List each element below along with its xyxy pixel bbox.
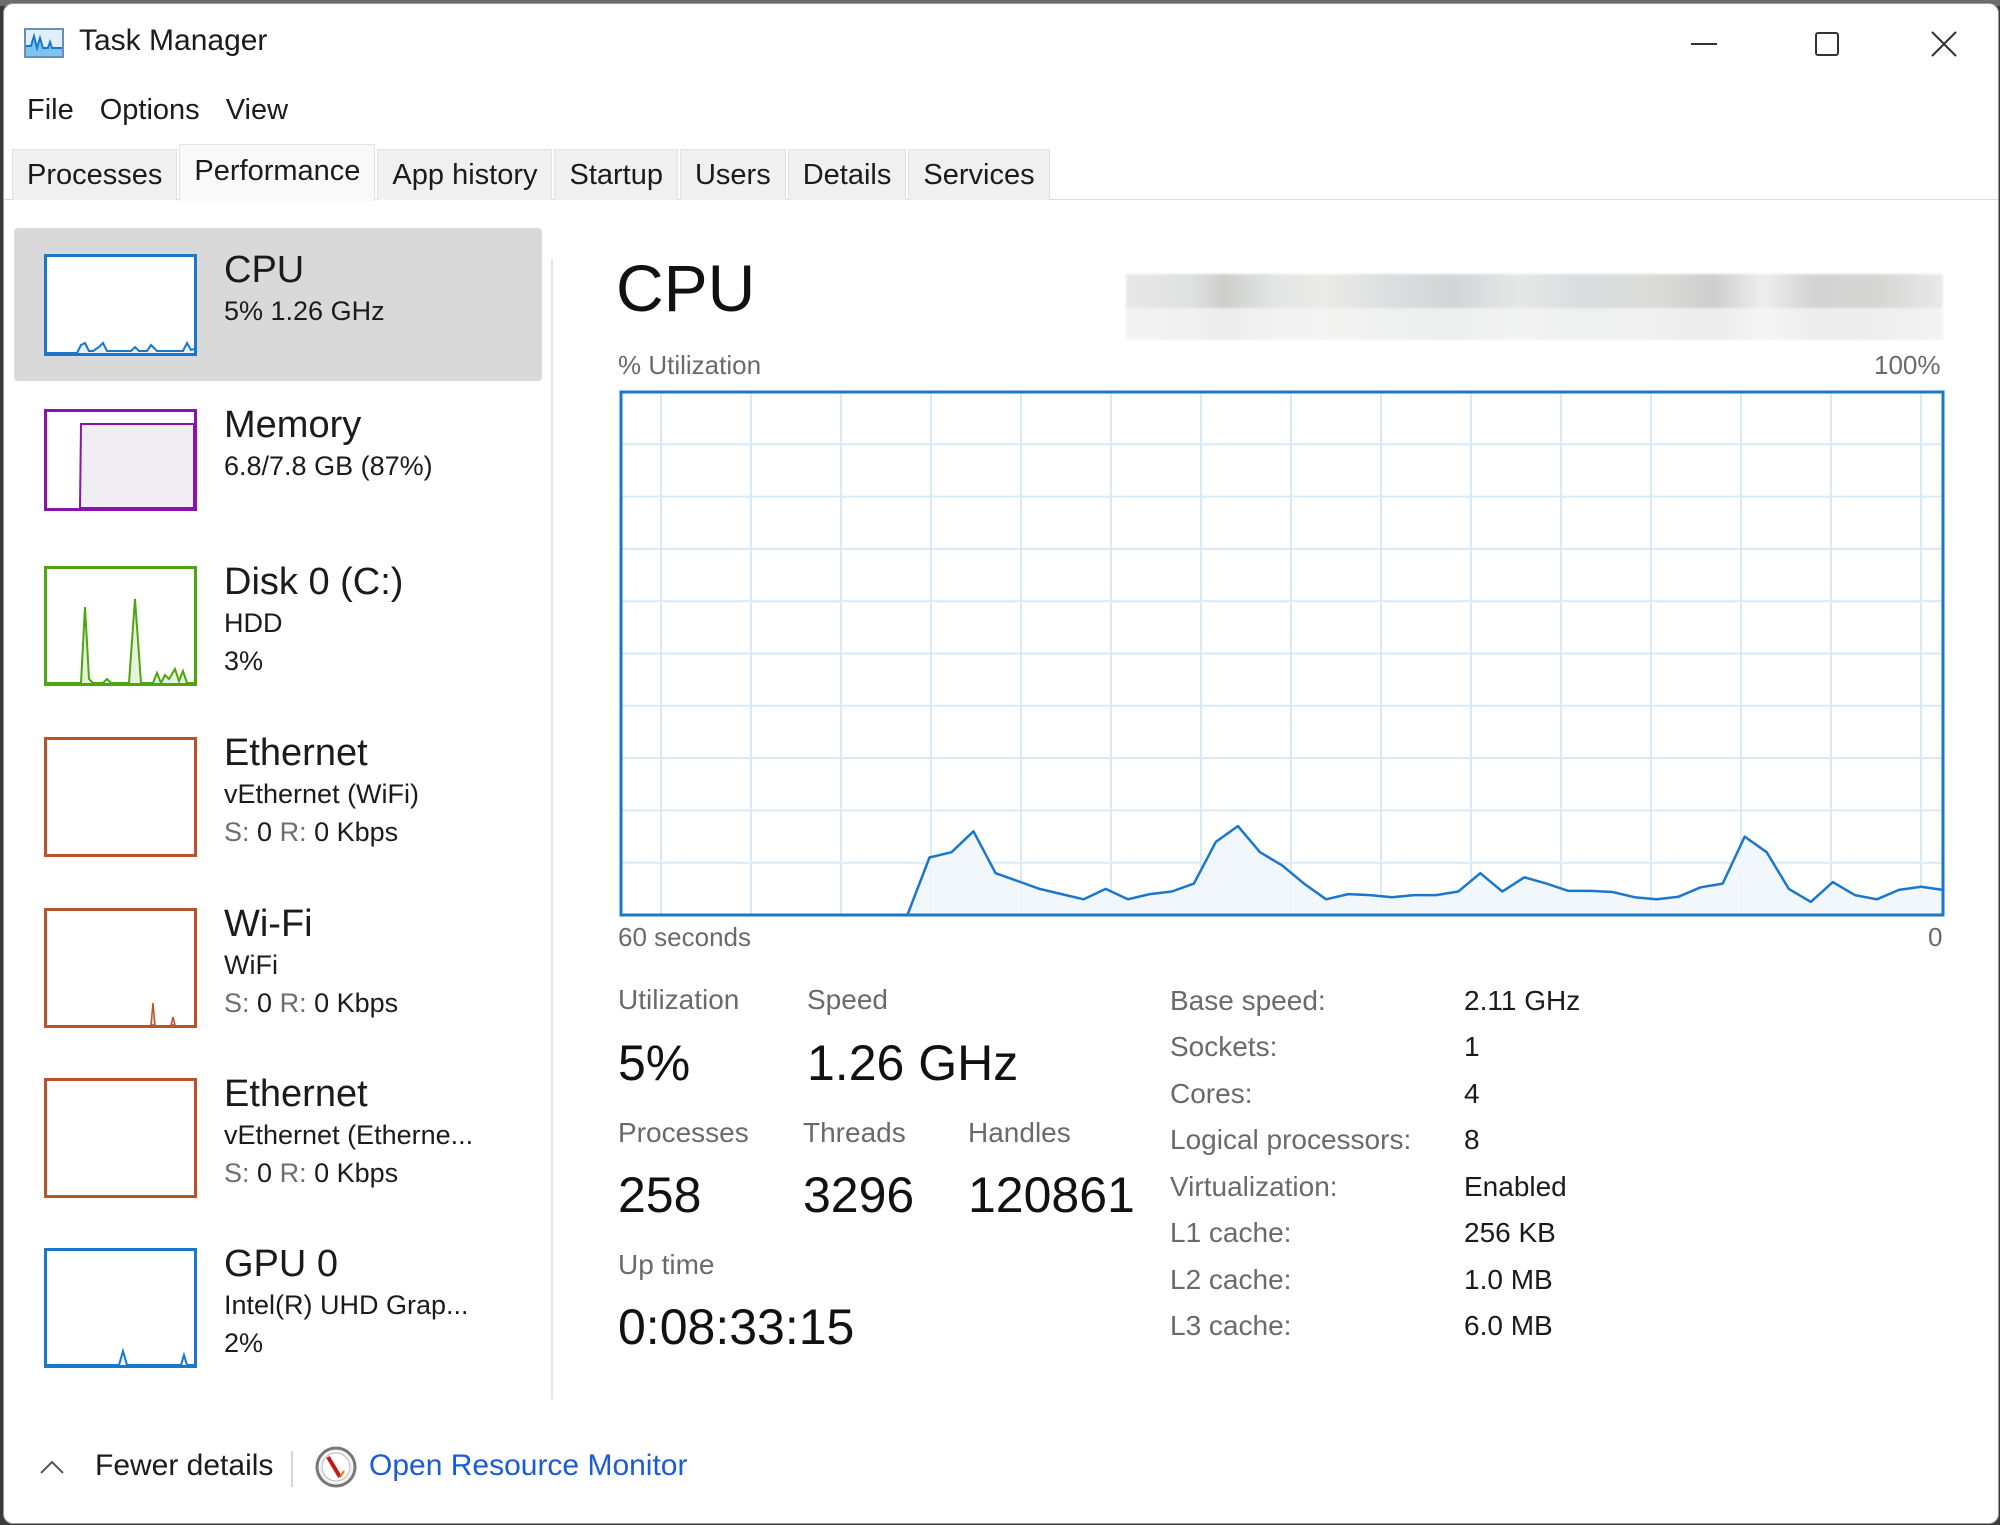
disk-mini-graph: [44, 566, 197, 686]
tab-processes[interactable]: Processes: [12, 149, 178, 200]
window-title: Task Manager: [79, 24, 268, 57]
sidebar-wifi-adapter: WiFi: [224, 950, 278, 980]
task-manager-icon: [24, 28, 64, 58]
utilization-value: 5%: [618, 1035, 691, 1091]
uptime-value: 0:08:33:15: [618, 1299, 855, 1355]
sidebar-cpu-title: CPU: [224, 249, 305, 291]
spec-value: 2.11 GHz: [1464, 985, 1581, 1016]
tab-startup[interactable]: Startup: [554, 149, 678, 200]
sidebar-ethernet-adapter: vEthernet (WiFi): [224, 779, 420, 809]
open-resource-monitor-link[interactable]: Open Resource Monitor: [369, 1449, 688, 1483]
y-axis-label: % Utilization: [618, 350, 762, 380]
spec-value: 1: [1464, 1031, 1480, 1062]
spec-label: Sockets:: [1170, 1031, 1278, 1062]
spec-value: 6.0 MB: [1464, 1310, 1553, 1341]
chevron-up-icon[interactable]: [37, 1453, 67, 1483]
sidebar-item-ethernet-2[interactable]: Ethernet vEthernet (Etherne... S: 0 R: 0…: [14, 1064, 542, 1217]
spec-value: 256 KB: [1464, 1217, 1556, 1248]
handles-label: Handles: [968, 1117, 1071, 1148]
spec-value: 1.0 MB: [1464, 1264, 1553, 1295]
menu-file[interactable]: File: [14, 88, 87, 132]
menu-options[interactable]: Options: [87, 88, 213, 132]
spec-label: Cores:: [1170, 1078, 1253, 1109]
tab-bar: Processes Performance App history Startu…: [12, 144, 1052, 201]
sidebar-gpu-usage: 2%: [224, 1328, 264, 1358]
spec-label: L3 cache:: [1170, 1310, 1292, 1341]
maximize-icon: [1812, 29, 1842, 59]
processes-label: Processes: [618, 1117, 749, 1148]
sidebar-cpu-usage: 5% 1.26 GHz: [224, 296, 385, 326]
y-axis-max-label: 100%: [1874, 350, 1941, 380]
speed-value: 1.26 GHz: [807, 1035, 1019, 1091]
threads-value: 3296: [803, 1167, 915, 1223]
cpu-chart-svg: [619, 390, 1945, 917]
sidebar-ethernet-throughput: S: 0 R: 0 Kbps: [224, 817, 399, 847]
tab-app-history[interactable]: App history: [377, 149, 553, 200]
sidebar-item-cpu[interactable]: CPU 5% 1.26 GHz: [14, 228, 542, 381]
resource-monitor-icon[interactable]: [314, 1445, 358, 1489]
footer-separator: [291, 1451, 293, 1487]
tab-services[interactable]: Services: [908, 149, 1050, 200]
sidebar-ethernet-title: Ethernet: [224, 732, 368, 774]
threads-label: Threads: [803, 1117, 906, 1148]
menu-view[interactable]: View: [213, 88, 301, 132]
sidebar-ethernet-2-throughput: S: 0 R: 0 Kbps: [224, 1158, 399, 1188]
sidebar-disk-type: HDD: [224, 608, 283, 638]
spec-label: Base speed:: [1170, 985, 1326, 1016]
wifi-mini-graph: [44, 908, 197, 1028]
ethernet-2-mini-graph: [44, 1078, 197, 1198]
spec-value: 4: [1464, 1078, 1480, 1109]
spec-value: Enabled: [1464, 1171, 1567, 1202]
close-button[interactable]: [1904, 16, 1984, 72]
maximize-button[interactable]: [1787, 16, 1867, 72]
sidebar-memory-usage: 6.8/7.8 GB (87%): [224, 451, 433, 481]
performance-sidebar: CPU 5% 1.26 GHz Memory 6.8/7.8 GB (87%): [4, 228, 552, 1398]
spec-label: Virtualization:: [1170, 1171, 1338, 1202]
sidebar-item-gpu[interactable]: GPU 0 Intel(R) UHD Grap... 2%: [14, 1234, 542, 1387]
footer: Fewer details Open Resource Monitor: [4, 1439, 1998, 1499]
sidebar-disk-usage: 3%: [224, 646, 264, 676]
sidebar-gpu-title: GPU 0: [224, 1243, 339, 1285]
minimize-button[interactable]: [1664, 16, 1744, 72]
cpu-model-name-redacted: [1126, 274, 1943, 340]
sidebar-gpu-model: Intel(R) UHD Grap...: [224, 1290, 469, 1320]
fewer-details-button[interactable]: Fewer details: [95, 1449, 273, 1483]
tab-performance[interactable]: Performance: [179, 144, 376, 201]
sidebar-item-ethernet-wifi[interactable]: Ethernet vEthernet (WiFi) S: 0 R: 0 Kbps: [14, 723, 542, 876]
tab-details[interactable]: Details: [787, 149, 907, 200]
gpu-mini-graph: [44, 1248, 197, 1368]
x-axis-left-label: 60 seconds: [618, 922, 751, 952]
spec-value: 8: [1464, 1124, 1480, 1155]
minimize-icon: [1689, 29, 1719, 59]
processes-value: 258: [618, 1167, 702, 1223]
speed-label: Speed: [807, 984, 888, 1015]
handles-value: 120861: [968, 1167, 1135, 1223]
spec-label: L1 cache:: [1170, 1217, 1292, 1248]
sidebar-memory-title: Memory: [224, 404, 362, 446]
task-manager-window: Task Manager File Options View Processes…: [3, 3, 1999, 1524]
sidebar-ethernet-2-title: Ethernet: [224, 1073, 368, 1115]
close-icon: [1929, 29, 1959, 59]
main-title: CPU: [616, 251, 756, 325]
tab-users[interactable]: Users: [679, 149, 786, 200]
sidebar-disk-title: Disk 0 (C:): [224, 561, 404, 603]
sidebar-wifi-title: Wi-Fi: [224, 903, 313, 945]
cpu-utilization-chart: [619, 390, 1945, 917]
sidebar-wifi-throughput: S: 0 R: 0 Kbps: [224, 988, 399, 1018]
sidebar-ethernet-2-adapter: vEthernet (Etherne...: [224, 1120, 474, 1150]
title-bar: Task Manager: [4, 4, 1998, 82]
cpu-mini-graph: [44, 254, 197, 356]
spec-label: Logical processors:: [1170, 1124, 1412, 1155]
sidebar-item-memory[interactable]: Memory 6.8/7.8 GB (87%): [14, 383, 542, 536]
sidebar-item-disk[interactable]: Disk 0 (C:) HDD 3%: [14, 538, 542, 691]
utilization-label: Utilization: [618, 984, 740, 1015]
sidebar-item-wifi[interactable]: Wi-Fi WiFi S: 0 R: 0 Kbps: [14, 894, 542, 1047]
x-axis-right-label: 0: [1928, 922, 1943, 952]
ethernet-mini-graph: [44, 737, 197, 857]
uptime-label: Up time: [618, 1249, 715, 1280]
spec-label: L2 cache:: [1170, 1264, 1292, 1295]
menu-bar: File Options View: [14, 88, 301, 132]
memory-mini-graph: [44, 409, 197, 511]
